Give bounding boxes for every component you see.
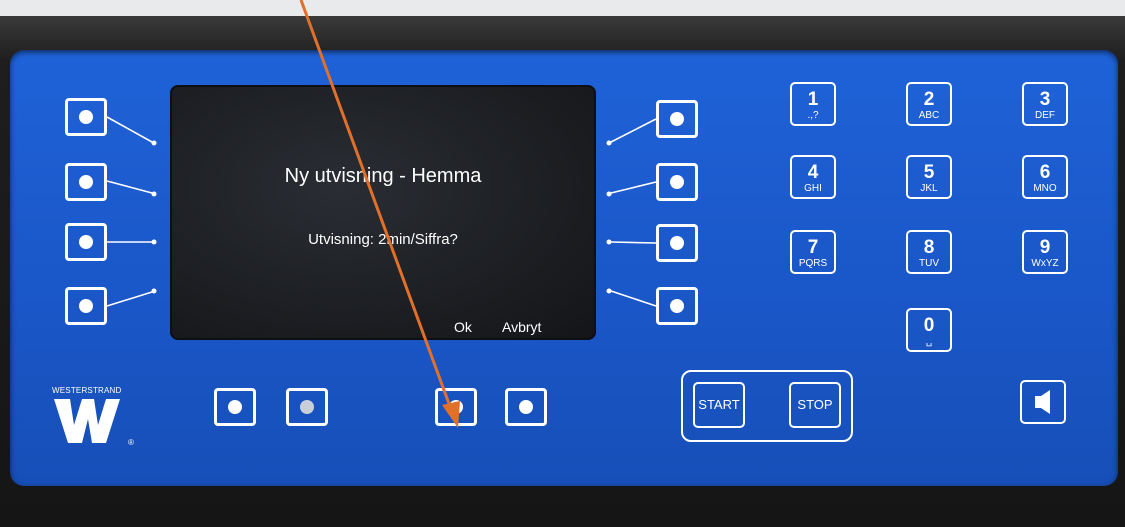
connector-lines [106, 0, 657, 428]
annotation-arrow [299, 0, 460, 428]
device-photo: Ny utvisning - Hemma Utvisning: 2min/Sif… [0, 0, 1125, 527]
